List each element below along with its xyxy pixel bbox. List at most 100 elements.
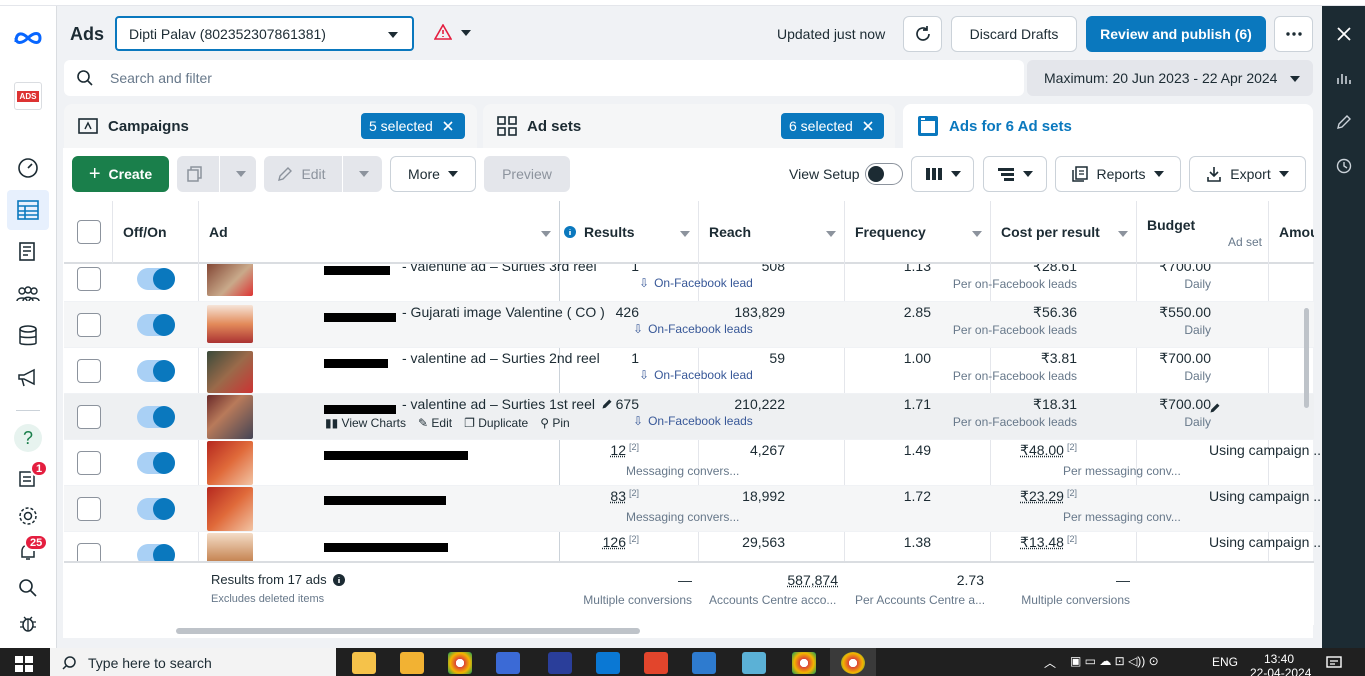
ad-name[interactable]: - valentine ad – Surties 3rd reel: [402, 264, 597, 274]
language-indicator[interactable]: ENG: [1212, 655, 1238, 669]
summary-info-icon[interactable]: [332, 573, 345, 586]
header-amount[interactable]: Amou: [1269, 201, 1314, 264]
taskbar-app-icon[interactable]: [548, 652, 572, 674]
table-icon[interactable]: [7, 190, 49, 230]
export-button[interactable]: Export: [1189, 156, 1306, 192]
duplicate-button[interactable]: [177, 156, 256, 192]
taskbar-app-icon[interactable]: [692, 652, 716, 674]
bug-icon[interactable]: [14, 610, 42, 638]
account-avatar[interactable]: ADS: [14, 82, 42, 110]
review-publish-button[interactable]: Review and publish (6): [1086, 16, 1266, 52]
row-checkbox[interactable]: [77, 451, 101, 475]
reports-button[interactable]: Reports: [1055, 156, 1181, 192]
chrome-icon[interactable]: [448, 652, 472, 674]
edit-action[interactable]: ✎ Edit: [418, 416, 452, 430]
tray-chevron-icon[interactable]: ︿: [1044, 654, 1056, 671]
windows-start-icon[interactable]: [15, 656, 33, 672]
info-icon[interactable]: [564, 225, 576, 238]
preview-button[interactable]: Preview: [484, 156, 570, 192]
ad-toggle[interactable]: [137, 268, 175, 290]
store-icon[interactable]: [596, 652, 620, 674]
refresh-button[interactable]: [903, 16, 942, 52]
ad-thumbnail[interactable]: [207, 533, 253, 561]
bar-chart-icon[interactable]: [1334, 68, 1354, 88]
rename-pencil-icon[interactable]: [601, 398, 613, 410]
ad-toggle[interactable]: [137, 452, 175, 474]
campaigns-selected-pill[interactable]: 5 selected: [361, 113, 465, 139]
table-row[interactable]: 83 [2] Messaging convers... 18,992 1.72 ₹…: [64, 486, 1325, 532]
columns-button[interactable]: [911, 156, 974, 192]
adsets-selected-pill[interactable]: 6 selected: [781, 113, 884, 139]
git-icon[interactable]: [644, 652, 668, 674]
table-row[interactable]: - valentine ad – Surties 2nd reel 1 ⇩ On-…: [64, 348, 1314, 394]
header-results[interactable]: Results: [560, 201, 699, 264]
sort-chevron-icon[interactable]: [1118, 231, 1128, 237]
gauge-icon[interactable]: [14, 154, 42, 182]
create-button[interactable]: + Create: [72, 156, 169, 192]
clear-selection-icon[interactable]: [443, 121, 453, 131]
table-row[interactable]: 12 [2] Messaging convers... 4,267 1.49 ₹4…: [64, 440, 1325, 486]
row-checkbox[interactable]: [77, 359, 101, 383]
search-bar[interactable]: Search and filter: [64, 60, 1024, 96]
taskbar-app-icon[interactable]: [496, 652, 520, 674]
tab-adsets[interactable]: Ad sets 6 selected: [483, 104, 895, 148]
ad-thumbnail[interactable]: [207, 487, 253, 531]
pencil-icon[interactable]: [1334, 112, 1354, 132]
warning-chevron-icon[interactable]: [461, 30, 471, 36]
taskbar-search[interactable]: Type here to search: [50, 648, 336, 676]
header-offon[interactable]: Off/On: [113, 201, 199, 264]
vertical-scrollbar[interactable]: [1304, 308, 1309, 408]
select-all-checkbox[interactable]: [77, 220, 101, 244]
result-type-link[interactable]: ⇩ On-Facebook leads: [633, 414, 753, 428]
sort-chevron-icon[interactable]: [826, 231, 836, 237]
breakdown-button[interactable]: [983, 156, 1047, 192]
header-frequency[interactable]: Frequency: [845, 201, 991, 264]
file-explorer-icon[interactable]: [400, 652, 424, 674]
horizontal-scrollbar[interactable]: [176, 628, 640, 634]
edit-button[interactable]: Edit: [264, 156, 382, 192]
tab-ads[interactable]: Ads for 6 Ad sets: [903, 104, 1313, 148]
warning-icon[interactable]: [434, 24, 452, 40]
date-range-picker[interactable]: Maximum: 20 Jun 2023 - 22 Apr 2024: [1027, 60, 1313, 96]
search-icon[interactable]: [14, 574, 42, 602]
tray-icons[interactable]: ▣ ▭ ☁ ⊡ ◁)) ⊙: [1070, 654, 1159, 668]
ad-name[interactable]: - valentine ad – Surties 2nd reel: [402, 350, 600, 366]
row-checkbox[interactable]: [77, 497, 101, 521]
header-reach[interactable]: Reach: [699, 201, 845, 264]
view-charts-action[interactable]: ▮▮ View Charts: [325, 416, 406, 430]
table-row[interactable]: - valentine ad – Surties 3rd reel 1 ⇩ On-…: [64, 264, 1314, 302]
ad-thumbnail[interactable]: [207, 395, 253, 439]
budget-value[interactable]: Using campaign ...: [1209, 534, 1325, 550]
header-budget[interactable]: Budget Ad set: [1137, 201, 1269, 264]
result-type-link[interactable]: ⇩ On-Facebook lead: [639, 368, 753, 382]
row-checkbox[interactable]: [77, 313, 101, 337]
budget-value[interactable]: Using campaign ...: [1209, 442, 1325, 458]
sort-chevron-icon[interactable]: [541, 231, 551, 237]
meta-logo-icon[interactable]: [14, 24, 42, 52]
row-checkbox[interactable]: [77, 543, 101, 561]
ad-thumbnail[interactable]: [207, 351, 253, 393]
clear-adsets-icon[interactable]: [863, 121, 873, 131]
more-button[interactable]: More: [390, 156, 476, 192]
more-options-button[interactable]: [1274, 16, 1313, 52]
ad-toggle[interactable]: [137, 406, 175, 428]
pages-icon[interactable]: [14, 238, 42, 266]
header-ad[interactable]: Ad: [199, 201, 560, 264]
taskbar-app-icon[interactable]: [352, 652, 376, 674]
duplicate-action[interactable]: ❐ Duplicate: [464, 416, 528, 430]
sort-chevron-icon[interactable]: [680, 231, 690, 237]
sort-chevron-icon[interactable]: [972, 231, 982, 237]
header-cost[interactable]: Cost per result: [991, 201, 1137, 264]
ad-thumbnail[interactable]: [207, 264, 253, 296]
table-row[interactable]: - Gujarati image Valentine ( CO ) 426 ⇩ O…: [64, 302, 1314, 348]
ad-thumbnail[interactable]: [207, 441, 253, 485]
close-icon[interactable]: [1334, 24, 1354, 44]
budget-value[interactable]: Using campaign ...: [1209, 488, 1325, 504]
chrome-profile-icon[interactable]: [792, 652, 816, 674]
notification-center-icon[interactable]: [1326, 656, 1342, 670]
ad-toggle[interactable]: [137, 314, 175, 336]
table-row[interactable]: - valentine ad – Surties 1st reel ▮▮ Vie…: [64, 394, 1314, 440]
taskbar-app-icon[interactable]: [742, 652, 766, 674]
ad-name[interactable]: - Gujarati image Valentine ( CO ): [402, 304, 605, 320]
ad-toggle[interactable]: [137, 498, 175, 520]
